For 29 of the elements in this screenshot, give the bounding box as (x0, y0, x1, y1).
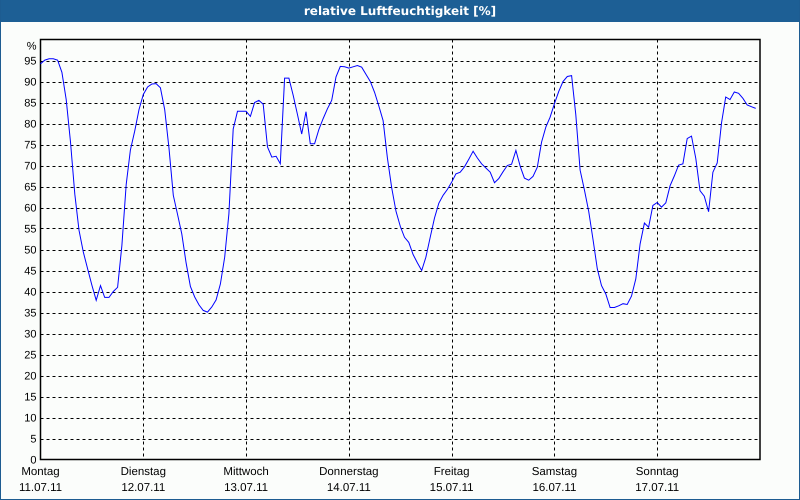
x-tick-label: Donnerstag 14.07.11 (318, 465, 380, 496)
x-tick-label: Freitag 15.07.11 (428, 465, 475, 496)
y-tick-label: 55 (24, 224, 36, 236)
y-axis-label: % (26, 40, 36, 52)
y-tick-label: 5 (30, 434, 36, 446)
x-tick-label: Dienstag 12.07.11 (120, 465, 167, 496)
y-tick-label: 60 (24, 202, 36, 214)
y-tick-label: 80 (24, 118, 36, 130)
y-tick-label: 50 (24, 244, 36, 256)
y-tick-label: 30 (24, 328, 36, 340)
x-tick-label: Samstag 16.07.11 (530, 465, 578, 496)
y-tick-label: 25 (24, 350, 36, 362)
y-tick-label: 90 (24, 76, 36, 88)
y-tick-label: 0 (30, 454, 36, 466)
y-tick-label: 95 (24, 56, 36, 68)
y-tick-label: 10 (24, 412, 36, 424)
chart-title: relative Luftfeuchtigkeit [%] (304, 4, 496, 18)
y-tick-label: 15 (24, 392, 36, 404)
y-tick-label: 70 (24, 160, 36, 172)
x-tick-label: Montag 11.07.11 (18, 465, 64, 496)
y-tick-label: 45 (24, 266, 36, 278)
y-tick-label: 65 (24, 182, 36, 194)
y-tick-label: 85 (24, 98, 36, 110)
y-tick-label: 20 (24, 370, 36, 382)
x-tick-label: Sonntag 17.07.11 (634, 465, 680, 496)
y-tick-label: 75 (24, 140, 36, 152)
y-tick-label: 35 (24, 308, 36, 320)
y-tick-label: 40 (24, 286, 36, 298)
x-tick-label: Mittwoch 13.07.11 (222, 465, 270, 496)
